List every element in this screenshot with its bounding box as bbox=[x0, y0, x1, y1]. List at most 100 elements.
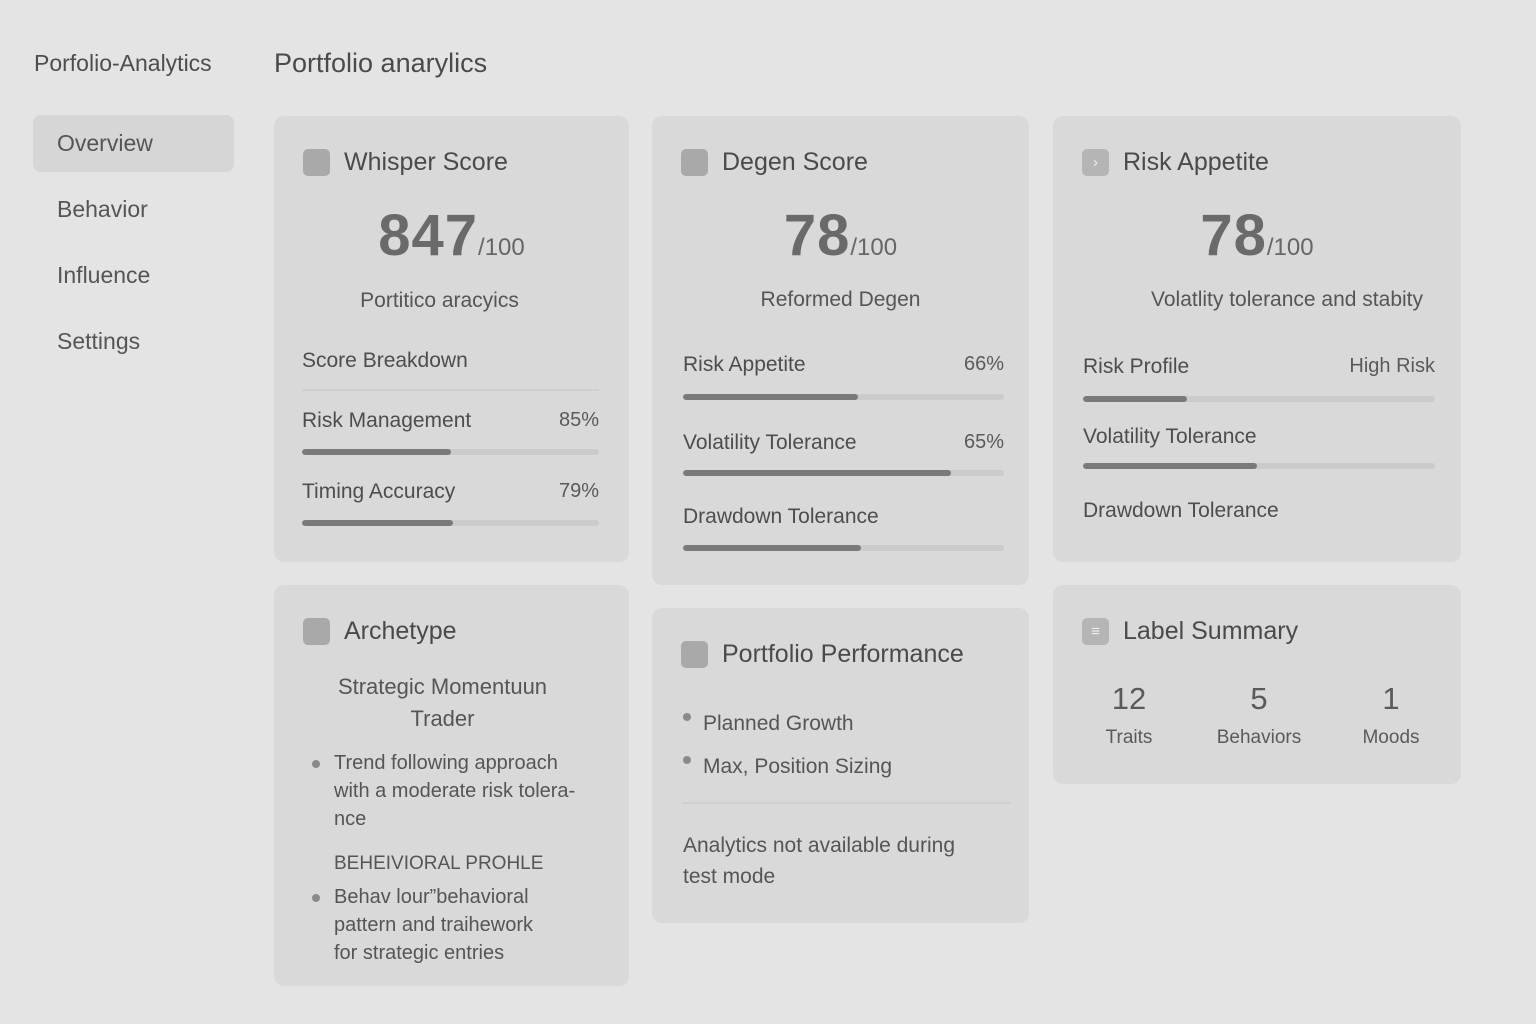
progress-fill bbox=[683, 470, 952, 476]
degen-score-value: 78/100 bbox=[652, 202, 1029, 269]
progress-fill bbox=[683, 545, 862, 551]
archetype-name-line2: Trader bbox=[410, 706, 475, 731]
drawdown-tolerance-progress-bar bbox=[683, 545, 1004, 551]
progress-fill bbox=[683, 394, 858, 400]
risk-appetite-title: Risk Appetite bbox=[1123, 148, 1269, 176]
metric-value: 65% bbox=[963, 431, 1004, 453]
progress-fill bbox=[302, 520, 454, 526]
bullet-line: for strategic entries bbox=[334, 942, 505, 964]
stat-label: Traits bbox=[1105, 727, 1153, 748]
metric-risk-appetite: Risk Appetite 66% bbox=[683, 353, 1004, 377]
portfolio-performance-icon bbox=[681, 641, 708, 668]
stat-behaviors: 5 Behaviors bbox=[1199, 681, 1319, 749]
stat-label: Behaviors bbox=[1216, 727, 1302, 748]
risk-appetite-progress-bar bbox=[683, 394, 1004, 400]
stat-traits: 12 Traits bbox=[1069, 681, 1189, 749]
risk-appetite-header: › Risk Appetite bbox=[1082, 148, 1269, 177]
page-title: Portfolio anarylics bbox=[274, 48, 488, 78]
stat-label: Moods bbox=[1362, 727, 1420, 748]
risk-appetite-value: 78/100 bbox=[1053, 202, 1461, 269]
degen-score-header: Degen Score bbox=[681, 148, 868, 177]
risk-appetite-subtitle: Volatlity tolerance and stabity bbox=[1151, 288, 1423, 311]
degen-score-card: Degen Score 78/100 Reformed Degen Risk A… bbox=[652, 116, 1029, 585]
bullet-line: with a moderate risk tolera- bbox=[334, 780, 576, 802]
bullet-line: Trend following approach bbox=[334, 752, 558, 774]
degen-score-icon bbox=[681, 149, 708, 176]
risk-appetite-number: 78 bbox=[1200, 203, 1267, 268]
metric-label: Volatility Tolerance bbox=[1083, 425, 1257, 448]
score-breakdown-heading: Score Breakdown bbox=[302, 349, 599, 373]
metric-risk-management: Risk Management 85% bbox=[302, 409, 599, 433]
metric-volatility-tolerance: Volatility Tolerance 65% bbox=[683, 431, 1004, 455]
sidebar-item-behavior[interactable]: Behavior bbox=[33, 181, 234, 238]
risk-appetite-card: › Risk Appetite 78/100 Volatlity toleran… bbox=[1053, 116, 1461, 562]
degen-score-subtitle: Reformed Degen bbox=[760, 288, 921, 311]
risk-profile-progress-bar bbox=[1083, 396, 1435, 402]
progress-fill bbox=[302, 449, 451, 455]
sidebar: Overview Behavior Influence Settings bbox=[33, 115, 234, 379]
archetype-description: Trend following approach with a moderate… bbox=[312, 749, 612, 833]
degen-score-number: 78 bbox=[783, 203, 851, 268]
archetype-title: Archetype bbox=[344, 617, 457, 645]
timing-accuracy-progress-bar bbox=[302, 520, 599, 526]
breakdown-divider bbox=[302, 389, 599, 391]
performance-divider bbox=[682, 802, 1011, 804]
metric-volatility-tolerance: Volatility Tolerance bbox=[1083, 425, 1435, 449]
progress-fill bbox=[1083, 463, 1258, 469]
list-icon: ≡ bbox=[1082, 618, 1109, 645]
degen-score-denominator: /100 bbox=[850, 234, 898, 261]
sidebar-item-settings[interactable]: Settings bbox=[33, 313, 234, 370]
stat-number: 5 bbox=[1250, 681, 1268, 716]
whisper-score-title: Whisper Score bbox=[344, 148, 508, 176]
archetype-name-line1: Strategic Momentuun bbox=[337, 674, 548, 699]
metric-label: Drawdown Tolerance bbox=[1083, 499, 1279, 522]
performance-list: Planned Growth Max, Position Sizing bbox=[683, 702, 892, 788]
list-item: Behav lour”behavioral pattern and traihe… bbox=[312, 883, 612, 967]
note-line: test mode bbox=[683, 865, 776, 888]
whisper-score-header: Whisper Score bbox=[303, 148, 508, 177]
label-summary-title: Label Summary bbox=[1123, 617, 1299, 645]
list-item: Trend following approach with a moderate… bbox=[312, 749, 612, 833]
portfolio-performance-title: Portfolio Performance bbox=[722, 640, 964, 668]
metric-label: Timing Accuracy bbox=[302, 480, 456, 503]
whisper-score-subtitle: Portitico aracyics bbox=[360, 289, 519, 312]
metric-value: 85% bbox=[558, 409, 599, 431]
portfolio-performance-header: Portfolio Performance bbox=[681, 640, 964, 669]
bullet-line: Behav lour”behavioral bbox=[334, 886, 529, 908]
metric-label: Risk Management bbox=[302, 409, 472, 432]
metric-value: 79% bbox=[558, 480, 599, 502]
stat-number: 12 bbox=[1111, 681, 1147, 716]
whisper-score-number: 847 bbox=[378, 203, 479, 268]
progress-fill bbox=[1083, 396, 1187, 402]
metric-drawdown-tolerance: Drawdown Tolerance bbox=[683, 505, 1004, 529]
metric-timing-accuracy: Timing Accuracy 79% bbox=[302, 480, 599, 504]
whisper-score-value: 847/100 bbox=[274, 202, 629, 269]
metric-drawdown-tolerance: Drawdown Tolerance bbox=[1083, 499, 1435, 523]
volatility-tolerance-progress-bar bbox=[1083, 463, 1435, 469]
metric-value: High Risk bbox=[1349, 355, 1435, 377]
archetype-name: Strategic Momentuun Trader bbox=[274, 671, 629, 735]
metric-value: 66% bbox=[963, 353, 1004, 375]
whisper-score-denominator: /100 bbox=[478, 234, 525, 261]
metric-risk-profile: Risk Profile High Risk bbox=[1083, 355, 1435, 379]
chevron-right-icon[interactable]: › bbox=[1082, 149, 1109, 176]
app-title: Porfolio-Analytics bbox=[34, 50, 212, 76]
bullet-line: pattern and traihework bbox=[334, 914, 534, 936]
sidebar-item-influence[interactable]: Influence bbox=[33, 247, 234, 304]
note-line: Analytics not available during bbox=[683, 834, 955, 857]
label-summary-card: ≡ Label Summary 12 Traits 5 Behaviors 1 … bbox=[1053, 585, 1461, 784]
archetype-icon bbox=[303, 618, 330, 645]
performance-note: Analytics not available during test mode bbox=[683, 830, 955, 892]
risk-management-progress-bar bbox=[302, 449, 599, 455]
risk-appetite-denominator: /100 bbox=[1266, 234, 1314, 261]
list-item: Planned Growth bbox=[683, 702, 892, 745]
metric-label: Drawdown Tolerance bbox=[683, 505, 879, 528]
metric-label: Risk Appetite bbox=[683, 353, 806, 376]
archetype-card: Archetype Strategic Momentuun Trader Tre… bbox=[274, 585, 629, 986]
whisper-score-card: Whisper Score 847/100 Portitico aracyics… bbox=[274, 116, 629, 562]
archetype-header: Archetype bbox=[303, 617, 457, 646]
stat-moods: 1 Moods bbox=[1331, 681, 1451, 749]
behavioral-profile-label: BEHEIVIORAL PROHLE bbox=[334, 853, 544, 874]
sidebar-item-overview[interactable]: Overview bbox=[33, 115, 234, 172]
list-item: Max, Position Sizing bbox=[683, 745, 892, 788]
